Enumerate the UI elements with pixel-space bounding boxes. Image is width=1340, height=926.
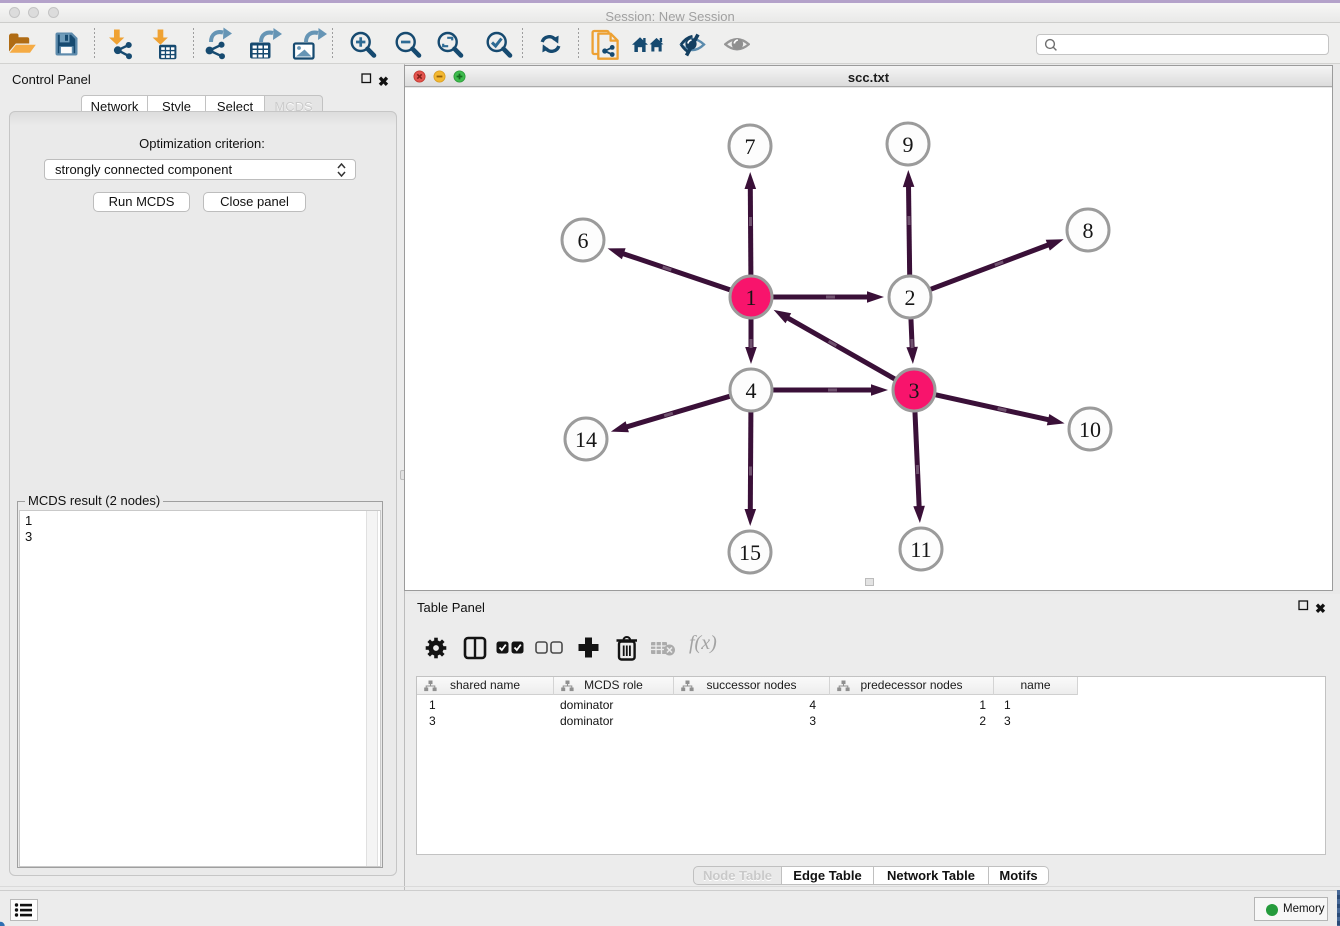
svg-text:3: 3 — [909, 378, 920, 403]
svg-text:2: 2 — [905, 285, 916, 310]
svg-text:7: 7 — [745, 134, 756, 159]
svg-text:6: 6 — [578, 228, 589, 253]
svg-text:10: 10 — [1079, 417, 1101, 442]
svg-text:11: 11 — [910, 537, 931, 562]
svg-text:9: 9 — [903, 132, 914, 157]
svg-text:1: 1 — [746, 285, 757, 310]
svg-text:8: 8 — [1083, 218, 1094, 243]
svg-text:15: 15 — [739, 540, 761, 565]
svg-text:14: 14 — [575, 427, 597, 452]
svg-text:4: 4 — [746, 378, 757, 403]
